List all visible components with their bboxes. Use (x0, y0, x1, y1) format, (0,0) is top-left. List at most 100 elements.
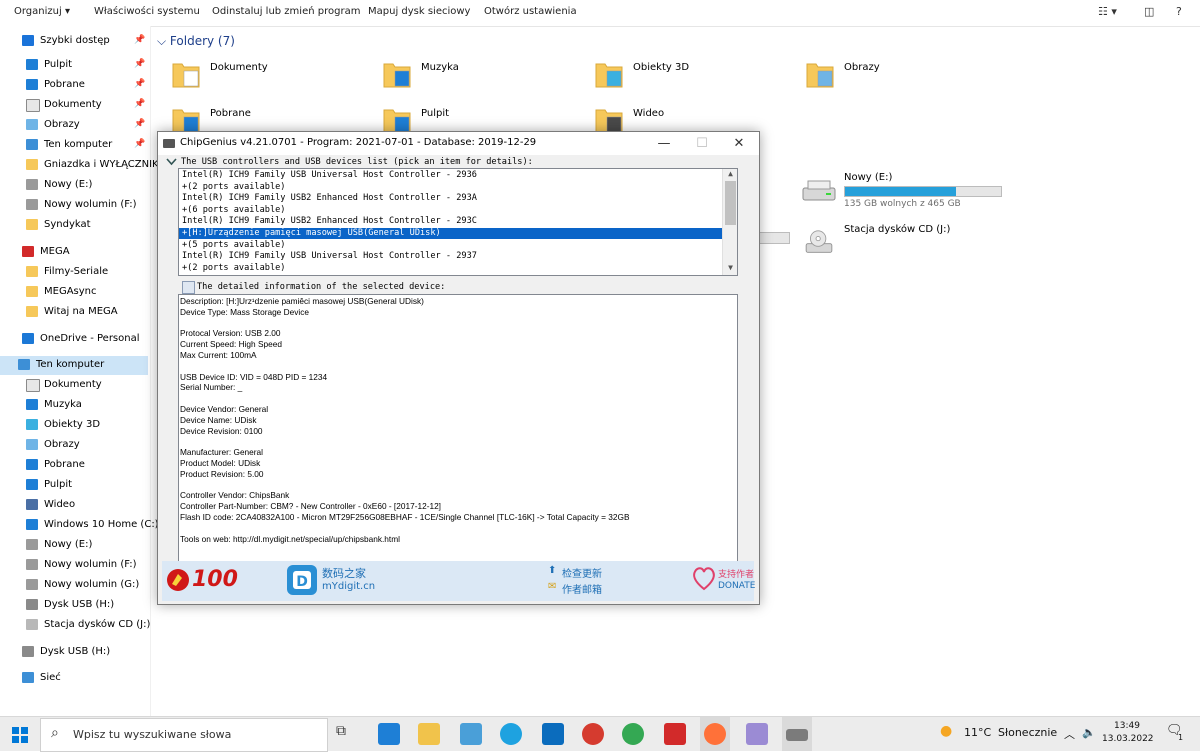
mail-app-icon[interactable] (542, 723, 564, 745)
device-list-row[interactable]: +(5 ports available) (179, 240, 726, 251)
pin-icon[interactable]: 📌 (134, 59, 145, 69)
taskbar-clock[interactable]: 13:49 13.03.2022 (1102, 720, 1154, 746)
taskbar-search-box[interactable]: ⌕ Wpisz tu wyszukiwane słowa (40, 718, 328, 752)
folder-obrazy[interactable]: Obrazy (806, 58, 1006, 100)
folder-muzyka[interactable]: Muzyka (383, 58, 583, 100)
sidebar-item-pulpit[interactable]: Pulpit 📌 (0, 56, 148, 75)
drive-e[interactable]: Nowy (E:) 135 GB wolnych z 465 GB (802, 172, 1012, 212)
preview-pane-icon[interactable]: ◫ (1144, 5, 1154, 18)
view-options-icon[interactable]: ☷ ▾ (1098, 5, 1117, 18)
paint-app-icon[interactable] (746, 723, 768, 745)
mydigit-url[interactable]: mYdigit.cn (322, 581, 375, 592)
media-app-icon[interactable] (582, 723, 604, 745)
support-author-link[interactable]: 支持作者 (718, 567, 754, 580)
sidebar-item-nowy-wolumin-g[interactable]: Nowy wolumin (G:) (0, 576, 148, 595)
device-list-row[interactable]: Intel(R) ICH9 Family USB2 Enhanced Host … (179, 216, 726, 227)
pin-icon[interactable]: 📌 (134, 99, 145, 109)
device-list-row[interactable]: +[H:]Urządzenie pamięci masowej USB(Gene… (179, 228, 726, 239)
window-titlebar[interactable]: ChipGenius v4.21.0701 - Program: 2021-07… (158, 132, 759, 155)
windows-start-icon[interactable] (12, 727, 28, 743)
maximize-button[interactable]: ☐ (683, 134, 721, 154)
sidebar-item-pobrane[interactable]: Pobrane (0, 456, 148, 475)
pin-icon[interactable]: 📌 (134, 35, 145, 45)
sidebar-item-ten-komputer[interactable]: Ten komputer 📌 (0, 136, 148, 155)
mydigit-logo-icon[interactable]: D (286, 564, 318, 596)
sidebar-item-windows-10-home-c[interactable]: Windows 10 Home (C:) (0, 516, 159, 535)
device-list-row[interactable]: +(2 ports available) (179, 182, 726, 193)
device-list-row[interactable]: Intel(R) ICH9 Family USB2 Enhanced Host … (179, 193, 726, 204)
sidebar-item-obiekty-3d[interactable]: Obiekty 3D (0, 416, 148, 435)
sidebar-item-szybki-dostęp[interactable]: Szybki dostęp 📌 (0, 32, 148, 51)
sidebar-item-nowy-e[interactable]: Nowy (E:) (0, 536, 148, 555)
map-network-drive-button[interactable]: Mapuj dysk sieciowy (368, 6, 470, 17)
sidebar-item-gniazdka-i-wyłącznik[interactable]: Gniazdka i WYŁĄCZNIK (0, 156, 159, 175)
device-list-row[interactable]: +(2 ports available) (179, 263, 726, 274)
sidebar-item-label: Pulpit (44, 479, 73, 490)
mega-app-icon[interactable] (664, 723, 686, 745)
sidebar-item-sieć[interactable]: Sieć (0, 669, 148, 688)
device-list-row[interactable]: Intel(R) ICH9 Family USB Universal Host … (179, 251, 726, 262)
device-list-scrollbar[interactable]: ▲ ▼ (722, 169, 737, 275)
weather-sun-icon[interactable]: ● (940, 723, 952, 739)
sidebar-item-nowy-wolumin-f[interactable]: Nowy wolumin (F:) (0, 556, 148, 575)
folders-section-header[interactable]: ⌵ Foldery (7) (157, 34, 235, 49)
chrome-icon[interactable] (622, 723, 644, 745)
pin-icon[interactable]: 📌 (134, 79, 145, 89)
sidebar-item-muzyka[interactable]: Muzyka (0, 396, 148, 415)
check-update-link[interactable]: 检查更新 (562, 565, 602, 580)
device-list-row[interactable]: +(6 ports available) (179, 205, 726, 216)
sidebar-item-onedrive-personal[interactable]: OneDrive - Personal (0, 330, 148, 349)
sidebar-item-obrazy[interactable]: Obrazy (0, 436, 148, 455)
sidebar-item-pulpit[interactable]: Pulpit (0, 476, 148, 495)
scroll-thumb[interactable] (725, 181, 736, 225)
mydigit-name[interactable]: 数码之家 (322, 565, 366, 581)
folder-dokumenty[interactable]: Dokumenty (172, 58, 372, 100)
open-settings-button[interactable]: Otwórz ustawienia (484, 6, 577, 17)
volume-icon[interactable]: 🔈 (1082, 726, 1096, 739)
sidebar-item-nowy-wolumin-f[interactable]: Nowy wolumin (F:) (0, 196, 148, 215)
device-details-panel[interactable]: Description: [H:]Urz¹dzenie pamiêci maso… (178, 294, 738, 562)
system-properties-button[interactable]: Właściwości systemu (94, 6, 200, 17)
device-list[interactable]: +(2 ports available) Intel(R) ICH9 Family… (178, 168, 738, 276)
sidebar-item-mega[interactable]: MEGA (0, 243, 148, 262)
sidebar-item-nowy-e[interactable]: Nowy (E:) (0, 176, 148, 195)
sidebar-item-dysk-usb-h[interactable]: Dysk USB (H:) (0, 596, 148, 615)
tray-chevron-up-icon[interactable]: ︿ (1064, 726, 1075, 742)
sidebar-item-dokumenty[interactable]: Dokumenty 📌 (0, 96, 148, 115)
author-mail-link[interactable]: 作者邮箱 (562, 581, 602, 596)
folder-obiekty-3d[interactable]: Obiekty 3D (595, 58, 795, 100)
scroll-up-icon[interactable]: ▲ (725, 169, 736, 179)
firefox-icon[interactable] (704, 723, 726, 745)
weather-description[interactable]: Słonecznie (998, 726, 1057, 739)
sidebar-item-megasync[interactable]: MEGAsync (0, 283, 148, 302)
sidebar-item-ten-komputer[interactable]: Ten komputer (0, 356, 148, 375)
sidebar-item-filmy-seriale[interactable]: Filmy-Seriale (0, 263, 148, 282)
sidebar-item-dysk-usb-h[interactable]: Dysk USB (H:) (0, 643, 148, 662)
task-view-icon[interactable]: ⧉ (336, 723, 358, 745)
device-list-row[interactable]: Intel(R) ICH9 Family USB Universal Host … (179, 170, 726, 181)
close-button[interactable]: ✕ (720, 134, 758, 154)
pin-icon[interactable]: 📌 (134, 119, 145, 129)
pin-icon[interactable]: 📌 (134, 139, 145, 149)
uninstall-program-button[interactable]: Odinstaluj lub zmień program (212, 6, 360, 17)
heart-icon[interactable] (692, 565, 716, 591)
drive-j[interactable]: Stacja dysków CD (J:) (802, 224, 1012, 260)
photos-app-icon[interactable] (460, 723, 482, 745)
sidebar-item-stacja-dysków-cd-j[interactable]: Stacja dysków CD (J:) (0, 616, 150, 635)
sidebar-item-witaj-na-mega[interactable]: Witaj na MEGA (0, 303, 148, 322)
skype-icon[interactable] (500, 723, 522, 745)
sidebar-item-pobrane[interactable]: Pobrane 📌 (0, 76, 148, 95)
organize-button[interactable]: Organizuj ▾ (14, 6, 70, 17)
help-icon[interactable]: ? (1176, 5, 1182, 18)
desktop-app-icon[interactable] (378, 723, 400, 745)
scroll-down-icon[interactable]: ▼ (725, 263, 736, 273)
file-explorer-icon[interactable] (418, 723, 440, 745)
donate-link[interactable]: DONATE (718, 581, 755, 591)
sidebar-item-obrazy[interactable]: Obrazy 📌 (0, 116, 148, 135)
chipgenius-taskbar-icon[interactable] (786, 729, 808, 741)
minimize-button[interactable]: — (645, 134, 683, 154)
sidebar-item-syndykat[interactable]: Syndykat (0, 216, 148, 235)
sidebar-item-wideo[interactable]: Wideo (0, 496, 148, 515)
weather-temperature[interactable]: 11°C (964, 726, 991, 739)
sidebar-item-dokumenty[interactable]: Dokumenty (0, 376, 148, 395)
